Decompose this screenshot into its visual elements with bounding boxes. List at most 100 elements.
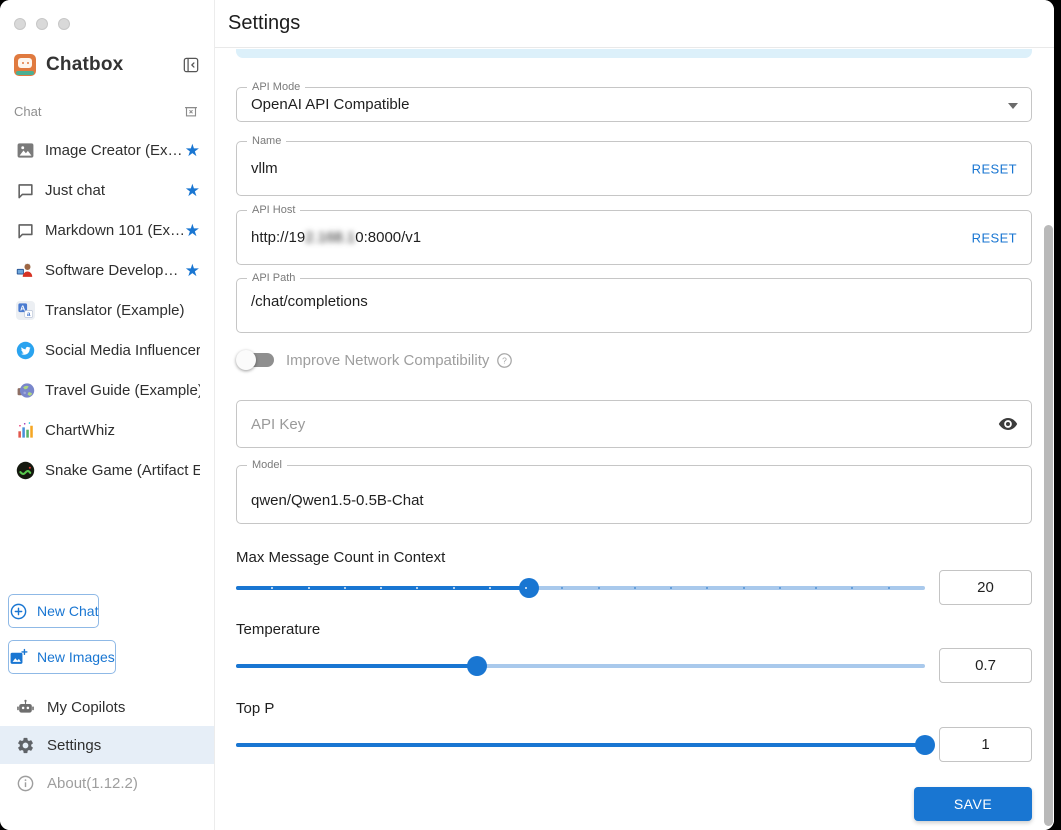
clear-conversations-icon[interactable] xyxy=(182,102,200,120)
api-host-reset-button[interactable]: RESET xyxy=(972,230,1017,245)
chart-icon xyxy=(16,421,35,440)
top-p-value-input[interactable] xyxy=(939,727,1032,762)
temperature-slider[interactable] xyxy=(236,652,925,680)
sidebar-item-settings[interactable]: Settings xyxy=(0,726,214,764)
snake-game-icon xyxy=(16,461,35,480)
api-key-input[interactable] xyxy=(251,415,1017,433)
twitter-icon xyxy=(16,341,35,360)
sidebar-item-label: Markdown 101 (Ex… xyxy=(45,221,185,239)
window-controls xyxy=(0,0,214,30)
robot-icon xyxy=(16,698,35,717)
chat-section-header: Chat xyxy=(14,102,200,120)
max-message-count-slider[interactable] xyxy=(236,574,925,602)
settings-scroll-area[interactable]: API Mode OpenAI API Compatible Name RESE… xyxy=(215,49,1054,830)
api-path-label: API Path xyxy=(247,272,301,285)
collapse-sidebar-icon[interactable] xyxy=(180,54,202,76)
page-title: Settings xyxy=(228,12,301,34)
sidebar-item-translator[interactable]: Aa Translator (Example) xyxy=(0,290,214,330)
slider-thumb[interactable] xyxy=(915,734,935,755)
sidebar-item-chartwhiz[interactable]: ChartWhiz xyxy=(0,410,214,450)
name-label: Name xyxy=(247,135,287,148)
max-message-count-value-input[interactable] xyxy=(939,570,1032,605)
star-icon[interactable]: ★ xyxy=(185,142,200,159)
slider-tick xyxy=(597,586,600,589)
sidebar-bottom: New Chat New Images My Copilots Settings… xyxy=(0,594,214,802)
help-icon[interactable]: ? xyxy=(496,352,513,369)
star-icon[interactable]: ★ xyxy=(185,222,200,239)
slider-tick xyxy=(452,586,455,589)
sidebar-item-social-media-influencer[interactable]: Social Media Influencer … xyxy=(0,330,214,370)
scrolled-banner-edge xyxy=(236,49,1032,58)
slider-tick xyxy=(815,586,818,589)
zoom-window-button[interactable] xyxy=(58,18,70,30)
slider-tick xyxy=(670,586,673,589)
api-path-input[interactable] xyxy=(251,293,1017,310)
chevron-down-icon xyxy=(1008,102,1018,109)
slider-tick xyxy=(307,586,310,589)
svg-text:a: a xyxy=(27,311,31,318)
slider-tick xyxy=(271,586,274,589)
temperature-value-input[interactable] xyxy=(939,648,1032,683)
api-mode-select[interactable]: API Mode OpenAI API Compatible xyxy=(236,81,1032,122)
app-title: Chatbox xyxy=(46,54,124,75)
api-mode-value: OpenAI API Compatible xyxy=(251,96,410,113)
name-input[interactable] xyxy=(251,160,1017,177)
close-window-button[interactable] xyxy=(14,18,26,30)
brand-row: Chatbox xyxy=(14,54,202,76)
slider-tick xyxy=(525,586,528,589)
sidebar-item-software-developer[interactable]: Software Develop… ★ xyxy=(0,250,214,290)
sidebar-item-travel-guide[interactable]: Travel Guide (Example) xyxy=(0,370,214,410)
main-content: Settings API Mode OpenAI API Compatible … xyxy=(215,0,1054,830)
sidebar-item-label: ChartWhiz xyxy=(45,421,116,439)
new-images-button[interactable]: New Images xyxy=(8,640,116,674)
slider-tick xyxy=(887,586,890,589)
model-label: Model xyxy=(247,459,287,472)
top-p-row xyxy=(236,727,1032,762)
plus-circle-icon xyxy=(9,602,28,621)
top-p-label: Top P xyxy=(236,700,275,717)
network-compatibility-toggle[interactable] xyxy=(236,350,274,370)
star-icon[interactable]: ★ xyxy=(185,182,200,199)
star-icon[interactable]: ★ xyxy=(185,262,200,279)
api-host-field-wrapper[interactable]: API Host http://192.168.10:8000/v1 RESET xyxy=(236,204,1032,265)
new-chat-label: New Chat xyxy=(37,603,99,619)
slider-tick xyxy=(416,586,419,589)
nav-label: My Copilots xyxy=(47,698,126,716)
sidebar-item-just-chat[interactable]: Just chat ★ xyxy=(0,170,214,210)
slider-thumb[interactable] xyxy=(467,655,488,676)
api-mode-label: API Mode xyxy=(247,81,306,94)
temperature-row xyxy=(236,648,1032,683)
sidebar-item-label: Social Media Influencer … xyxy=(45,341,200,359)
save-button[interactable]: SAVE xyxy=(914,787,1032,821)
sidebar-item-image-creator[interactable]: Image Creator (Ex… ★ xyxy=(0,130,214,170)
top-p-slider[interactable] xyxy=(236,731,935,759)
chat-bubble-icon xyxy=(16,181,35,200)
globe-icon xyxy=(16,381,35,400)
chat-list: Image Creator (Ex… ★ Just chat ★ Markdow… xyxy=(0,130,214,490)
redacted-host-segment: 2.168.1 xyxy=(305,229,356,246)
api-key-field-wrapper xyxy=(236,400,1032,448)
sidebar-item-snake-game[interactable]: Snake Game (Artifact E… xyxy=(0,450,214,490)
new-chat-button[interactable]: New Chat xyxy=(8,594,100,628)
model-input[interactable] xyxy=(251,492,1017,509)
new-images-label: New Images xyxy=(37,649,115,665)
sidebar-item-about[interactable]: About(1.12.2) xyxy=(0,764,214,802)
sidebar-item-markdown-101[interactable]: Markdown 101 (Ex… ★ xyxy=(0,210,214,250)
name-reset-button[interactable]: RESET xyxy=(972,161,1017,176)
slider-tick xyxy=(742,586,745,589)
slider-tick xyxy=(561,586,564,589)
sidebar: Chatbox Chat Image Creator (Ex… ★ Just c… xyxy=(0,0,215,830)
sidebar-item-label: Snake Game (Artifact E… xyxy=(45,461,200,479)
minimize-window-button[interactable] xyxy=(36,18,48,30)
chat-bubble-icon xyxy=(16,221,35,240)
slider-thumb[interactable] xyxy=(518,577,539,598)
sidebar-item-my-copilots[interactable]: My Copilots xyxy=(0,688,214,726)
slider-tick xyxy=(633,586,636,589)
scrollbar-thumb[interactable] xyxy=(1044,225,1053,826)
temperature-label: Temperature xyxy=(236,621,321,638)
api-host-label: API Host xyxy=(247,204,301,217)
sidebar-item-label: Translator (Example) xyxy=(45,301,185,319)
nav-label: About(1.12.2) xyxy=(47,774,138,792)
svg-text:?: ? xyxy=(503,355,508,365)
toggle-visibility-eye-icon[interactable] xyxy=(997,413,1019,435)
